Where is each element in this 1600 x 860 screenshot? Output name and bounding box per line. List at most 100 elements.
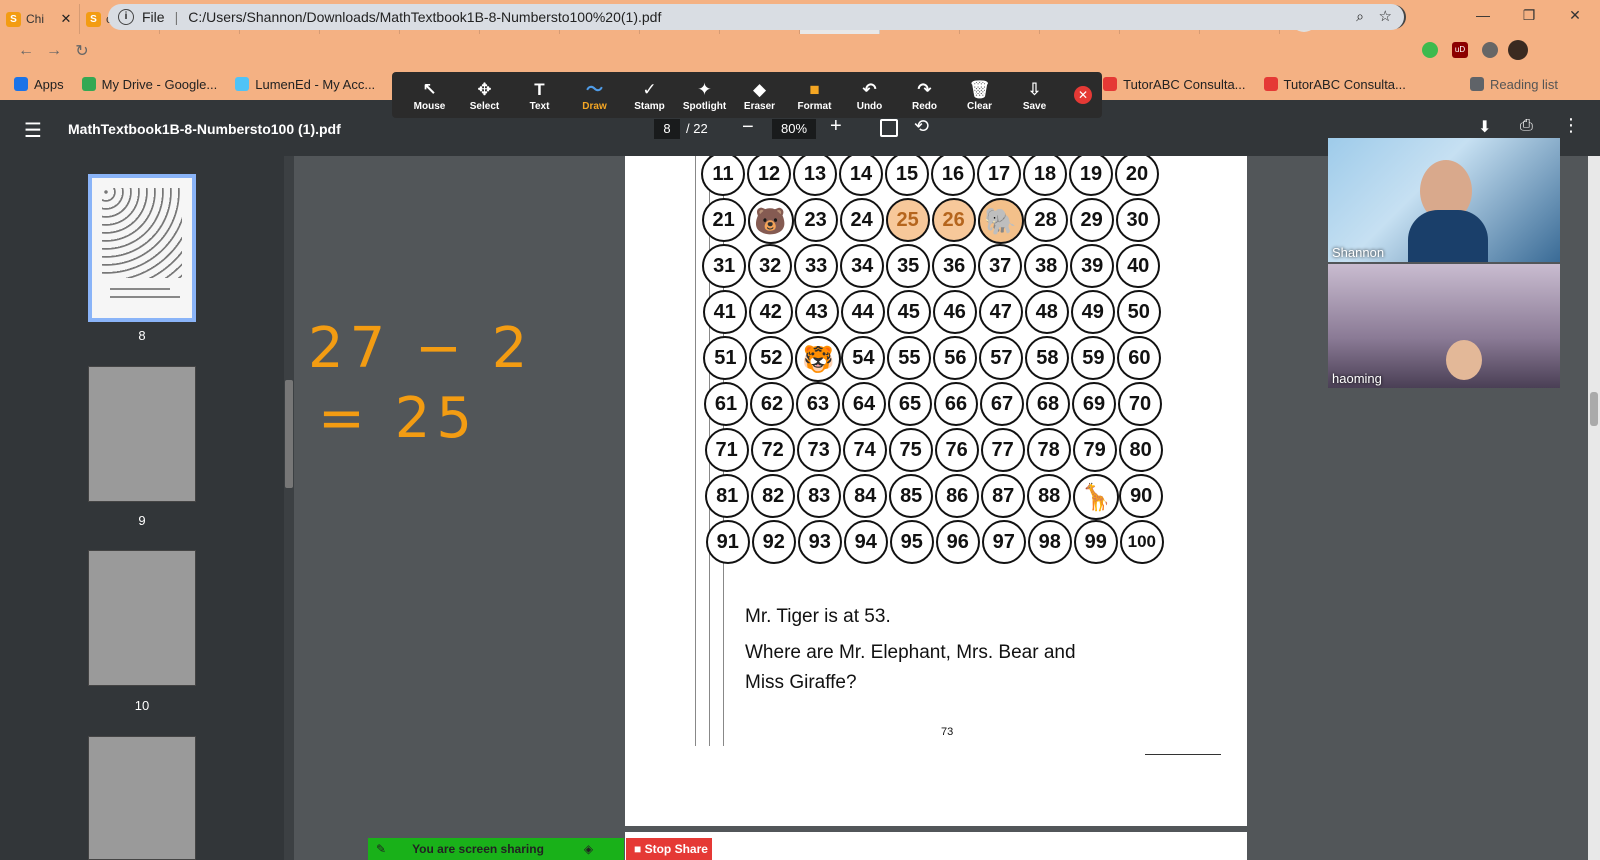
annotation-tool-label: Format xyxy=(797,100,832,112)
fit-page-icon[interactable] xyxy=(880,119,898,137)
annotation-tool-label: Redo xyxy=(912,100,937,112)
annotation-tool-label: Draw xyxy=(582,100,607,112)
annotation-tool-stamp[interactable]: ✓ Stamp xyxy=(622,79,677,112)
grid-number-cell: 88 xyxy=(1027,474,1072,518)
restore-icon[interactable]: ❐ xyxy=(1506,0,1552,30)
grid-number-cell: 26 xyxy=(931,198,976,242)
screen-share-status[interactable]: ✎ You are screen sharing ◈ xyxy=(368,838,624,860)
stop-share-button[interactable]: ■ Stop Share xyxy=(626,838,712,860)
grid-number-cell: 21 xyxy=(701,198,746,242)
minimize-icon[interactable]: — xyxy=(1460,0,1506,30)
grid-number-cell: 58 xyxy=(1025,336,1070,380)
back-icon[interactable]: ← xyxy=(12,42,40,60)
thumbnail-label: 10 xyxy=(134,698,150,713)
thumbnail-page-8[interactable] xyxy=(88,174,196,322)
thumbnail-label: 9 xyxy=(138,513,146,528)
bookmark-item[interactable]: TutorABC Consulta... xyxy=(1263,77,1406,92)
grid-number-cell: 48 xyxy=(1024,290,1069,334)
annotation-tool-format[interactable]: ■ Format xyxy=(787,79,842,112)
extension-ublock-icon[interactable]: uD xyxy=(1452,42,1468,58)
annotation-tool-label: Text xyxy=(529,100,550,112)
print-icon[interactable]: ⎙ xyxy=(1520,117,1533,135)
thumbnail-page-9[interactable] xyxy=(88,366,196,502)
annotation-tool-text[interactable]: T Text xyxy=(512,79,567,112)
zoom-in-icon[interactable]: + xyxy=(830,115,842,138)
thumbnail-page-11[interactable] xyxy=(88,736,196,860)
browser-tab[interactable]: S Chi ✕ xyxy=(0,4,80,34)
extension-evernote-icon[interactable] xyxy=(1422,42,1438,58)
page-scrollbar[interactable] xyxy=(1588,156,1600,860)
grid-number-cell: 19 xyxy=(1069,156,1113,196)
grid-number-cell: 16 xyxy=(931,156,975,196)
zoom-icon[interactable]: ⌕ xyxy=(1356,8,1364,25)
annotation-tool-select[interactable]: ✥ Select xyxy=(457,79,512,112)
clear-icon: 🗑 xyxy=(968,79,991,99)
stamp-icon: ✓ xyxy=(642,79,657,99)
thumbnail-label: 8 xyxy=(138,328,146,343)
page-number-input[interactable]: 8 xyxy=(654,119,680,139)
grid-number-cell: 50 xyxy=(1116,290,1161,334)
info-icon[interactable]: i xyxy=(118,9,134,25)
annotation-tool-undo[interactable]: ↶ Undo xyxy=(842,79,897,112)
grid-number-cell: 84 xyxy=(843,474,888,518)
grid-number-cell: 40 xyxy=(1116,244,1161,288)
forward-icon[interactable]: → xyxy=(40,42,68,60)
thumbnail-text-line xyxy=(110,288,170,290)
annotation-tool-draw[interactable]: 〜 Draw xyxy=(567,79,622,112)
close-window-icon[interactable]: ✕ xyxy=(1552,0,1598,30)
zoom-out-icon[interactable]: − xyxy=(742,116,754,139)
reload-icon[interactable]: ↻ xyxy=(68,41,96,61)
tab-close-icon[interactable]: ✕ xyxy=(59,11,73,27)
grid-number-cell: 93 xyxy=(797,520,842,564)
sidebar-scrollbar[interactable] xyxy=(284,156,294,860)
bookmark-star-icon[interactable]: ☆ xyxy=(1379,7,1392,25)
annotation-tool-save[interactable]: ⇩ Save xyxy=(1007,79,1062,112)
bookmark-item[interactable]: Reading list xyxy=(1470,77,1558,92)
annotation-tool-mouse[interactable]: ↖ Mouse xyxy=(402,79,457,112)
bookmark-item[interactable]: My Drive - Google... xyxy=(81,77,217,92)
pdf-filename: MathTextbook1B-8-Numbersto100 (1).pdf xyxy=(68,121,341,137)
annotation-tool-spotlight[interactable]: ✦ Spotlight xyxy=(677,79,732,112)
url-input[interactable]: i File | C:/Users/Shannon/Downloads/Math… xyxy=(108,4,1404,30)
video-tile-shannon[interactable]: Shannon xyxy=(1328,138,1560,262)
annotation-tool-redo[interactable]: ↷ Redo xyxy=(897,79,952,112)
question-line: Where are Mr. Elephant, Mrs. Bear and xyxy=(745,642,1076,663)
grid-number-cell: 90 xyxy=(1119,474,1164,518)
close-annotation-icon[interactable]: ✕ xyxy=(1074,86,1092,104)
giraffe-icon: 🦒 xyxy=(1073,474,1120,520)
annotation-toolbar: ↖ Mouse ✥ Select T Text 〜 Draw ✓ Stamp ✦ Spotlight ◆… xyxy=(392,72,1102,118)
grid-number-cell: 98 xyxy=(1027,520,1072,564)
more-options-icon[interactable]: ⋮ xyxy=(1562,115,1580,136)
grid-number-cell: 75 xyxy=(888,428,933,472)
video-tile-haoming[interactable]: haoming xyxy=(1328,264,1560,388)
scrollbar-thumb[interactable] xyxy=(1590,392,1598,426)
extension-puzzle-icon[interactable] xyxy=(1482,42,1498,58)
grid-number-cell: 45 xyxy=(886,290,931,334)
grid-number-cell: 43 xyxy=(794,290,839,334)
redo-icon: ↷ xyxy=(917,79,932,99)
menu-icon[interactable]: ☰ xyxy=(24,118,42,143)
url-text: C:/Users/Shannon/Downloads/MathTextbook1… xyxy=(188,9,662,25)
grid-number-cell: 39 xyxy=(1070,244,1115,288)
bookmark-item[interactable]: Apps xyxy=(14,77,64,92)
rotate-icon[interactable]: ⟲ xyxy=(914,116,929,137)
avatar[interactable] xyxy=(1508,40,1528,60)
grid-number-cell: 32 xyxy=(748,244,793,288)
annotation-tool-clear[interactable]: 🗑 Clear xyxy=(952,79,1007,112)
thumbnail-page-10[interactable] xyxy=(88,550,196,686)
bookmark-icon xyxy=(1470,77,1484,91)
zoom-input[interactable]: 80% xyxy=(772,119,816,139)
download-icon[interactable]: ⬇ xyxy=(1478,117,1491,137)
grid-number-cell: 65 xyxy=(888,382,932,426)
grid-number-cell: 72 xyxy=(750,428,795,472)
grid-number-cell: 71 xyxy=(704,428,749,472)
grid-number-cell: 68 xyxy=(1026,382,1070,426)
grid-number-cell: 60 xyxy=(1117,336,1162,380)
eraser-icon: ◆ xyxy=(752,79,767,99)
scrollbar-thumb[interactable] xyxy=(285,380,293,488)
bookmark-item[interactable]: TutorABC Consulta... xyxy=(1103,77,1246,92)
grid-number-cell: 74 xyxy=(842,428,887,472)
annotation-tool-eraser[interactable]: ◆ Eraser xyxy=(732,79,787,112)
grid-number-cell: 28 xyxy=(1023,198,1068,242)
bookmark-item[interactable]: LumenEd - My Acc... xyxy=(235,77,375,92)
